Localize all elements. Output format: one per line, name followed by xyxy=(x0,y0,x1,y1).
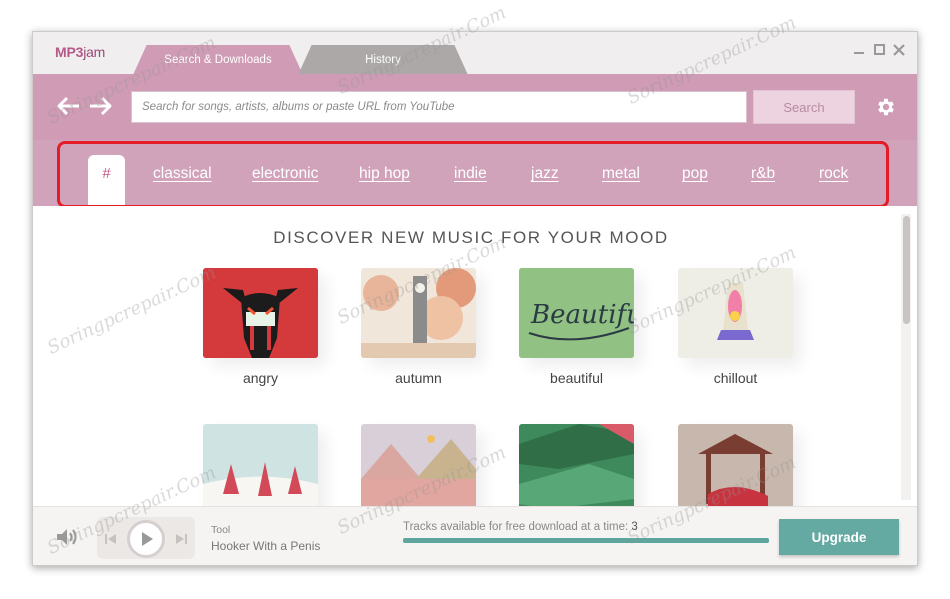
winter-artwork-icon xyxy=(203,424,318,506)
skip-forward-icon xyxy=(176,534,187,544)
gear-icon xyxy=(878,98,894,116)
track-title: Hooker With a Penis xyxy=(211,539,321,553)
free-downloads-count: 3 xyxy=(631,521,638,533)
genre-rnb[interactable]: r&b xyxy=(751,165,775,183)
angry-artwork-icon xyxy=(203,268,318,358)
mood-thumbnail xyxy=(203,424,318,506)
settings-button[interactable] xyxy=(875,96,897,118)
genre-classical[interactable]: classical xyxy=(153,165,212,183)
free-downloads-text: Tracks available for free download at a … xyxy=(403,521,638,533)
app-window: MP3jam Search & Downloads History Search… xyxy=(32,31,918,566)
mood-thumbnail: Beautiful xyxy=(519,268,634,358)
beautiful-artwork-icon: Beautiful xyxy=(519,268,634,358)
mood-card-romantic[interactable] xyxy=(678,424,793,506)
player-controls xyxy=(97,517,195,559)
genre-rock[interactable]: rock xyxy=(819,165,848,183)
search-input[interactable] xyxy=(131,91,747,123)
free-downloads-progress-fill xyxy=(403,538,769,543)
mood-thumbnail xyxy=(519,424,634,506)
page-title: DISCOVER NEW MUSIC FOR YOUR MOOD xyxy=(273,228,669,247)
mood-card-dreamy[interactable] xyxy=(361,424,476,506)
arrow-right-icon xyxy=(90,96,112,116)
genre-electronic[interactable]: electronic xyxy=(252,165,318,183)
upgrade-button[interactable]: Upgrade xyxy=(779,519,899,555)
play-icon xyxy=(142,532,153,546)
mood-thumbnail xyxy=(361,268,476,358)
close-button[interactable] xyxy=(893,44,905,56)
green-artwork-icon xyxy=(519,424,634,506)
genre-indie[interactable]: indie xyxy=(454,165,487,183)
mood-thumbnail xyxy=(203,268,318,358)
tab-search-downloads[interactable]: Search & Downloads xyxy=(133,45,303,75)
window-controls xyxy=(854,44,905,56)
previous-track-button[interactable] xyxy=(105,532,117,544)
track-artist: Tool xyxy=(211,524,231,536)
player-bar: Tool Hooker With a Penis Tracks availabl… xyxy=(33,506,917,565)
genre-metal[interactable]: metal xyxy=(602,165,640,183)
autumn-artwork-icon xyxy=(361,268,476,358)
mood-label: autumn xyxy=(395,370,442,386)
skip-back-icon xyxy=(105,534,116,544)
scrollbar-thumb[interactable] xyxy=(903,216,910,324)
volume-button[interactable] xyxy=(55,527,79,547)
back-button[interactable] xyxy=(57,96,81,116)
mood-thumbnail xyxy=(361,424,476,506)
title-bar: MP3jam Search & Downloads History xyxy=(33,32,917,75)
free-downloads-progress xyxy=(403,538,769,543)
dreamy-artwork-icon xyxy=(361,424,476,506)
mood-label: beautiful xyxy=(550,370,603,386)
search-button[interactable]: Search xyxy=(753,90,855,124)
tab-history[interactable]: History xyxy=(298,45,468,75)
svg-text:Beautiful: Beautiful xyxy=(530,300,634,330)
arrow-left-icon xyxy=(57,96,79,116)
genre-tab-all[interactable]: # xyxy=(88,155,125,206)
play-button[interactable] xyxy=(127,520,165,558)
chillout-artwork-icon xyxy=(678,268,793,358)
mood-card-green[interactable] xyxy=(519,424,634,506)
maximize-button[interactable] xyxy=(874,44,885,55)
mood-thumbnail xyxy=(678,424,793,506)
mood-content: DISCOVER NEW MUSIC FOR YOUR MOOD angry a… xyxy=(33,206,917,506)
mood-thumbnail xyxy=(678,268,793,358)
app-logo: MP3jam xyxy=(55,44,106,60)
genre-jazz[interactable]: jazz xyxy=(531,165,559,183)
mood-label: chillout xyxy=(713,370,758,386)
mood-card-winter[interactable] xyxy=(203,424,318,506)
genre-pop[interactable]: pop xyxy=(682,165,708,183)
mood-card-angry[interactable]: angry xyxy=(203,268,318,386)
genre-bar: # classical electronic hip hop indie jaz… xyxy=(33,140,917,208)
toolbar: Search xyxy=(33,74,917,140)
mood-card-beautiful[interactable]: Beautiful beautiful xyxy=(519,268,634,386)
romantic-artwork-icon xyxy=(678,424,793,506)
next-track-button[interactable] xyxy=(175,532,187,544)
close-icon xyxy=(893,44,905,56)
mood-card-autumn[interactable]: autumn xyxy=(361,268,476,386)
mood-label: angry xyxy=(242,370,279,386)
mood-card-chillout[interactable]: chillout xyxy=(678,268,793,386)
minimize-button[interactable] xyxy=(854,44,866,56)
genre-hip-hop[interactable]: hip hop xyxy=(359,165,410,183)
speaker-icon xyxy=(57,529,77,545)
forward-button[interactable] xyxy=(88,96,112,116)
